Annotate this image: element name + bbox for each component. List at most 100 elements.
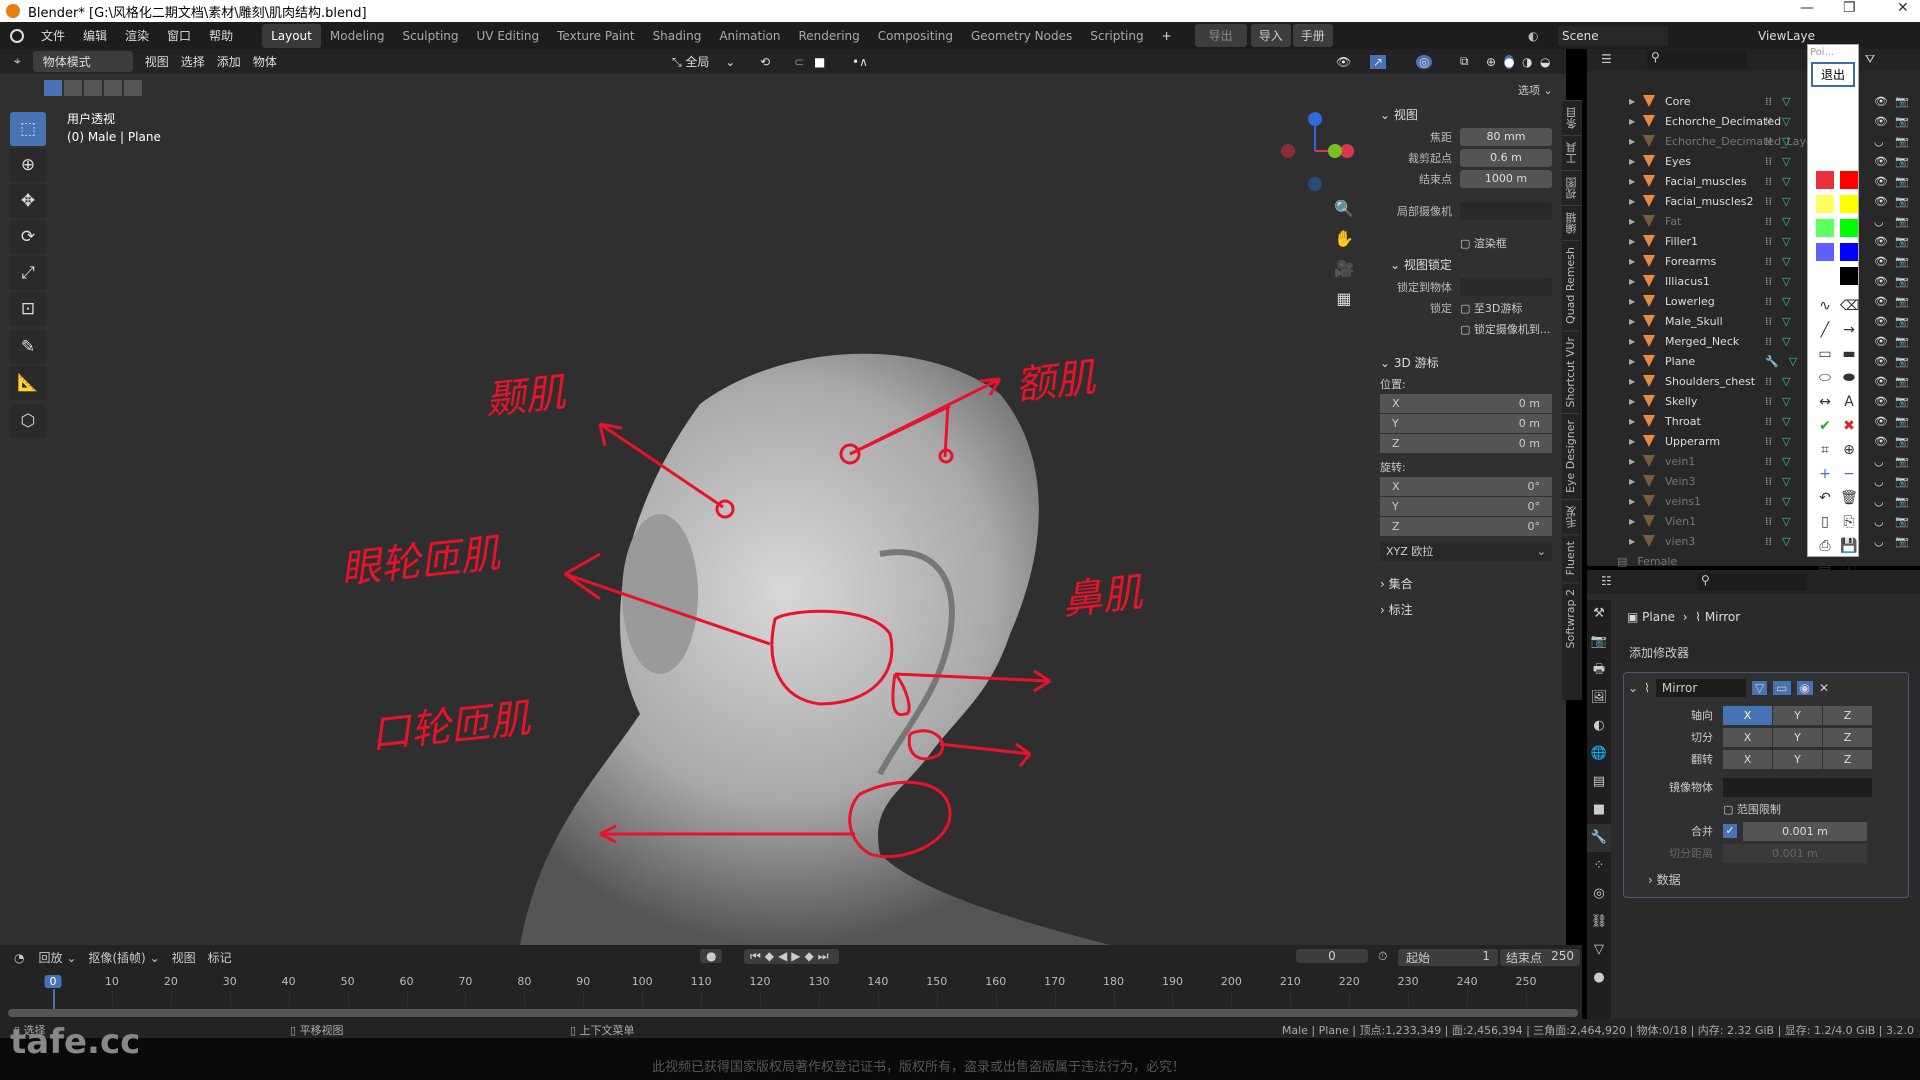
expand-arrow-icon[interactable]: ▶ — [1629, 477, 1643, 486]
sidebar-tab[interactable]: 条目 — [1562, 100, 1582, 135]
eye-icon[interactable]: 👁 — [1874, 435, 1888, 448]
eye-icon[interactable]: 👁 — [1874, 355, 1888, 368]
shading-rendered-icon[interactable]: ◒ — [1540, 55, 1550, 69]
expand-arrow-icon[interactable]: ▶ — [1629, 377, 1643, 386]
gizmo-x-axis[interactable] — [1340, 144, 1354, 158]
outliner-item[interactable]: ▶ Illiacus1 ⁞⁞ ▽ 👁 📷 — [1587, 271, 1920, 291]
tab-workspace[interactable]: Rendering — [790, 24, 869, 48]
expand-arrow-icon[interactable]: ▶ — [1629, 497, 1643, 506]
cursor-rot-field[interactable]: Z 0° — [1380, 517, 1552, 536]
cross-icon[interactable]: ✖ — [1840, 417, 1858, 435]
expand-arrow-icon[interactable]: ▶ — [1629, 277, 1643, 286]
double-arrow-icon[interactable]: ↔ — [1816, 393, 1834, 411]
scene-tab-icon[interactable]: ◐ — [1587, 712, 1611, 740]
render-camera-icon[interactable]: 📷 — [1895, 435, 1909, 448]
collections-panel-header[interactable]: › 集合 — [1374, 569, 1558, 591]
render-camera-icon[interactable]: 📷 — [1895, 495, 1909, 508]
gizmo-neg-z[interactable] — [1308, 177, 1322, 191]
eye-icon[interactable]: 👁 — [1874, 235, 1888, 248]
color-swatch[interactable] — [1840, 195, 1858, 213]
minimize-button[interactable]: — — [1800, 0, 1814, 16]
color-swatch[interactable] — [1840, 219, 1858, 237]
menu-item[interactable]: 帮助 — [200, 27, 242, 44]
outliner-item[interactable]: ▶ Merged_Neck ⁞⁞ ▽ 👁 📷 — [1587, 331, 1920, 351]
close-icon[interactable]: ✕ — [1819, 681, 1829, 695]
eye-icon[interactable]: 👁 — [1874, 395, 1888, 408]
editor-type-icon[interactable]: ☷ — [1601, 574, 1612, 588]
tab-workspace[interactable]: Geometry Nodes — [962, 24, 1081, 48]
xray-icon[interactable]: ⧉ — [1460, 54, 1469, 69]
render-camera-icon[interactable]: 📷 — [1895, 235, 1909, 248]
expand-arrow-icon[interactable]: ▶ — [1629, 357, 1643, 366]
axis-y-toggle[interactable]: Y — [1773, 705, 1822, 725]
trash-icon[interactable]: 🗑 — [1840, 489, 1858, 507]
outliner-item[interactable]: ▶ Echorche_Decimated_Layer ⁞⁞ ▽ ◡ 📷 — [1587, 131, 1920, 151]
local-camera-field[interactable] — [1460, 202, 1552, 220]
gizmo-neg-x[interactable] — [1281, 144, 1295, 158]
clip-end-field[interactable]: 1000 m — [1460, 170, 1552, 188]
shading-material-icon[interactable]: ◑ — [1522, 55, 1532, 69]
expand-arrow-icon[interactable]: ▶ — [1629, 177, 1643, 186]
cursor-loc-field[interactable]: Z 0 m — [1380, 434, 1552, 453]
eye-icon[interactable]: 👁 — [1874, 175, 1888, 188]
render-camera-icon[interactable]: 📷 — [1895, 155, 1909, 168]
render-camera-icon[interactable]: 📷 — [1895, 255, 1909, 268]
eye-icon[interactable]: 👁 — [1874, 95, 1888, 108]
expand-arrow-icon[interactable]: ▶ — [1629, 537, 1643, 546]
tab-workspace[interactable]: Sculpting — [393, 24, 467, 48]
properties-search-input[interactable]: ⚲ — [1697, 573, 1807, 591]
zoom-icon[interactable]: ⊕ — [1840, 441, 1858, 459]
sidebar-tab[interactable]: Shortcut VUr — [1562, 329, 1579, 414]
expand-arrow-icon[interactable]: ▶ — [1629, 417, 1643, 426]
freehand-icon[interactable]: ∿ — [1816, 297, 1834, 315]
render-camera-icon[interactable]: 📷 — [1895, 415, 1909, 428]
rectangle-icon[interactable]: ▭ — [1816, 345, 1834, 363]
eye-icon[interactable]: 👁 — [1874, 155, 1888, 168]
constraints-tab-icon[interactable]: ⛓ — [1587, 908, 1611, 936]
outliner-item[interactable]: ▶ Vein3 ⁞⁞ ▽ ◡ 📷 — [1587, 471, 1920, 491]
clip-start-field[interactable]: 0.6 m — [1460, 149, 1552, 167]
color-swatch[interactable] — [1816, 267, 1834, 285]
viewport-menu-item[interactable]: 视图 — [145, 53, 169, 70]
check-icon[interactable]: ✔ — [1816, 417, 1834, 435]
flip-x-toggle[interactable]: X — [1723, 749, 1772, 769]
gizmo-toggle-icon[interactable]: ↗ — [1370, 54, 1387, 69]
tab-workspace[interactable]: Animation — [710, 24, 789, 48]
visibility-icon[interactable]: 👁 — [1336, 55, 1351, 69]
focal-length-field[interactable]: 80 mm — [1460, 128, 1552, 146]
render-camera-icon[interactable]: 📷 — [1895, 335, 1909, 348]
data-subpanel-header[interactable]: › 数据 — [1648, 871, 1904, 888]
render-camera-icon[interactable]: 📷 — [1895, 315, 1909, 328]
flip-y-toggle[interactable]: Y — [1773, 749, 1822, 769]
timeline-scrollbar[interactable] — [8, 1009, 1578, 1017]
editor-type-icon[interactable]: ⌖ — [14, 54, 21, 69]
viewport-toggle-icon[interactable]: ▭ — [1773, 681, 1791, 695]
color-swatch[interactable] — [1840, 267, 1858, 285]
expand-arrow-icon[interactable]: ▶ — [1629, 197, 1643, 206]
minus-icon[interactable]: − — [1840, 465, 1858, 483]
outliner-item[interactable]: ▶ Shoulders_chest ⁞⁞ ▽ 👁 📷 — [1587, 371, 1920, 391]
viewport-menu-item[interactable]: 添加 — [217, 53, 241, 70]
hidden-eye-icon[interactable]: ◡ — [1874, 135, 1884, 148]
snap-icon[interactable]: ⊂ — [794, 55, 804, 69]
physics-tab-icon[interactable]: ◎ — [1587, 880, 1611, 908]
menu-item[interactable]: 文件 — [32, 27, 74, 44]
outliner-collection[interactable]: ▤ Female — [1587, 551, 1920, 571]
cursor-rot-field[interactable]: X 0° — [1380, 477, 1552, 496]
sidebar-tab[interactable]: 编辑 — [1562, 205, 1582, 240]
overlay-toggle-icon[interactable]: ◎ — [1416, 54, 1433, 69]
outliner-search-input[interactable]: ⚲ — [1647, 50, 1747, 68]
output-tab-icon[interactable]: 🖶 — [1587, 656, 1611, 684]
outliner-item[interactable]: ▶ Forearms ⁞⁞ ▽ 👁 📷 — [1587, 251, 1920, 271]
sidebar-tab[interactable]: 视图 — [1562, 170, 1582, 205]
merge-checkbox[interactable]: ✓ — [1723, 824, 1737, 838]
data-tab-icon[interactable]: ▽ — [1587, 936, 1611, 964]
render-camera-icon[interactable]: 📷 — [1895, 115, 1909, 128]
outliner-item[interactable]: ▶ vien3 ⁞⁞ ▽ ◡ 📷 — [1587, 531, 1920, 551]
eye-icon[interactable]: 👁 — [1874, 375, 1888, 388]
color-swatch[interactable] — [1816, 195, 1834, 213]
tool-tab-icon[interactable]: ⚒ — [1587, 600, 1611, 628]
export-button[interactable]: 导出 — [1194, 24, 1247, 47]
hidden-eye-icon[interactable]: ◡ — [1874, 215, 1884, 228]
crop-icon[interactable]: ⌗ — [1816, 441, 1834, 459]
